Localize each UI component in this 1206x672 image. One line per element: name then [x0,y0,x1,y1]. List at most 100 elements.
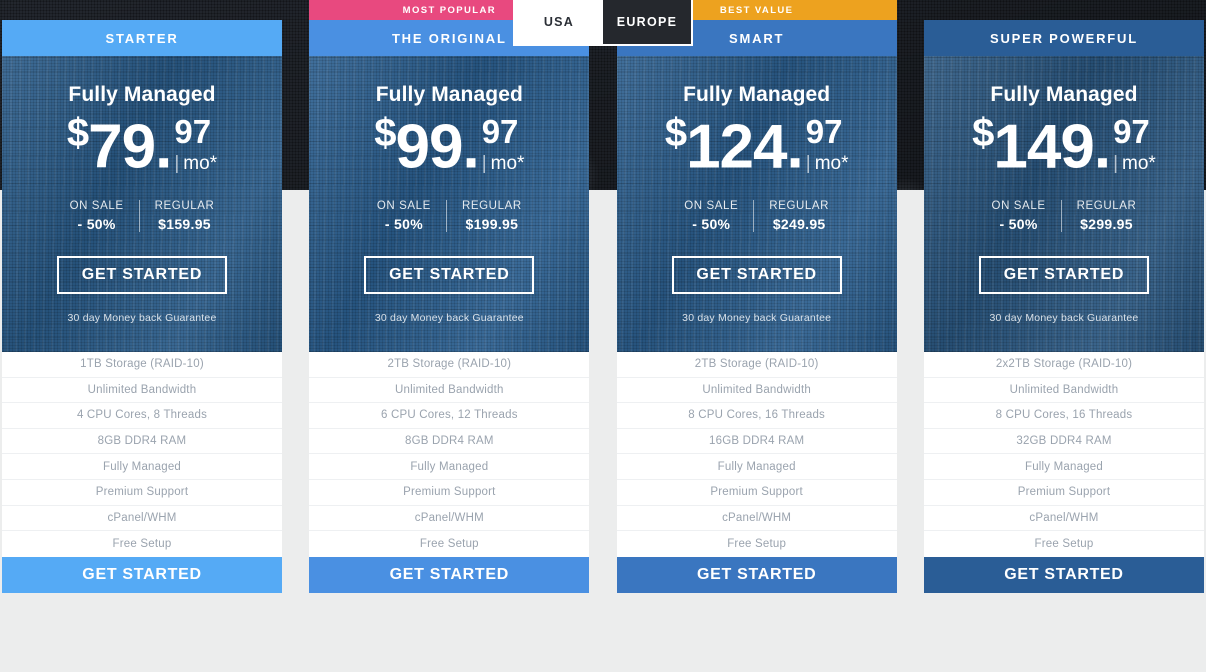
price-period-label: mo* [1122,153,1156,174]
on-sale-column: ON SALE - 50% [55,200,140,233]
price-whole: 79. [88,112,172,182]
get-started-button-top[interactable]: GET STARTED [671,256,842,295]
feature-item: 2TB Storage (RAID-10) [309,352,590,378]
region-tab-usa[interactable]: USA [515,0,603,44]
on-sale-value: - 50% [384,216,423,233]
price-currency: $ [66,111,89,155]
regular-label: REGULAR [154,200,215,213]
money-back-guarantee: 30 day Money back Guarantee [989,312,1139,325]
managed-label: Fully Managed [990,83,1138,106]
feature-item: Free Setup [419,537,479,550]
price-currency: $ [664,111,687,155]
price-period-label: mo* [814,153,849,174]
price-amount: $99. [374,113,479,178]
price-separator-bar: | [1113,153,1119,174]
on-sale-column: ON SALE - 50% [977,200,1062,233]
feature-item: Unlimited Bandwidth [616,378,897,404]
price-period: | mo* [174,154,217,173]
pricing-cards-row: STARTER Fully Managed $79. 97 | mo* ON SALE - 5… [0,0,1206,672]
get-started-button-top[interactable]: GET STARTED [364,256,535,295]
regular-value: $199.95 [465,216,519,233]
regular-label: REGULAR [461,200,522,213]
plan-name: SUPER POWERFUL [923,20,1204,56]
sale-info-row: ON SALE - 50% REGULAR $299.95 [977,200,1152,233]
feature-item: Premium Support [923,480,1204,506]
plan-hero: Fully Managed $124. 97 | mo* ON SALE - 50% REGU… [616,56,897,352]
region-toggle[interactable]: USA EUROPE [513,0,693,46]
price-period-label: mo* [183,153,218,174]
feature-item: cPanel/WHM [2,506,282,532]
get-started-button-bottom[interactable]: GET STARTED [923,556,1204,593]
price-whole: 99. [395,112,479,182]
feature-item: 16GB DDR4 RAM [616,429,897,455]
pricing-card-3: BEST VALUE SMART Fully Managed $124. 97 | mo* O… [616,0,897,593]
on-sale-label: ON SALE [684,200,739,213]
get-started-button-bottom[interactable]: GET STARTED [616,556,897,593]
price-separator-bar: | [174,153,180,174]
on-sale-label: ON SALE [376,200,431,213]
feature-list: 2x2TB Storage (RAID-10) Unlimited Bandwid… [923,352,1204,557]
plan-hero: Fully Managed $149. 97 | mo* ON SALE - 50% REGU… [923,56,1204,352]
feature-item: Premium Support [309,480,590,506]
feature-item: Fully Managed [2,454,282,480]
feature-item: 8 CPU Cores, 16 Threads [616,403,897,429]
regular-label: REGULAR [1076,200,1137,213]
price-block: $149. 97 | mo* [924,113,1204,178]
price-period: | mo* [482,154,525,173]
on-sale-label: ON SALE [69,200,124,213]
price-period: | mo* [1113,154,1156,173]
feature-item: Unlimited Bandwidth [2,378,282,404]
money-back-guarantee: 30 day Money back Guarantee [67,312,217,325]
feature-item: 6 CPU Cores, 12 Threads [309,403,590,429]
get-started-button-top[interactable]: GET STARTED [978,256,1149,295]
money-back-guarantee: 30 day Money back Guarantee [374,312,524,325]
regular-value: $159.95 [158,216,211,233]
feature-item: Free Setup [112,537,172,550]
managed-label: Fully Managed [375,83,523,106]
feature-item: Free Setup [727,537,787,550]
feature-item: Free Setup [1034,537,1094,550]
feature-item: Fully Managed [616,454,897,480]
price-amount: $149. [972,111,1111,178]
sale-info-row: ON SALE - 50% REGULAR $249.95 [669,200,844,233]
feature-item: 2TB Storage (RAID-10) [616,352,897,378]
price-cents: 97 [1113,113,1150,150]
get-started-button-bottom[interactable]: GET STARTED [2,556,282,593]
on-sale-value: - 50% [692,216,731,233]
feature-list: 2TB Storage (RAID-10) Unlimited Bandwidth… [309,352,590,557]
feature-item: Unlimited Bandwidth [923,378,1204,404]
price-block: $99. 97 | mo* [309,113,589,178]
regular-label: REGULAR [769,200,830,213]
feature-item: Fully Managed [309,454,590,480]
plan-badge-spacer [2,0,282,20]
managed-label: Fully Managed [68,83,216,106]
plan-hero: Fully Managed $79. 97 | mo* ON SALE - 50% REGUL… [2,56,282,352]
get-started-button-top[interactable]: GET STARTED [57,256,227,295]
regular-price-column: REGULAR $199.95 [447,200,537,232]
feature-item: 8 CPU Cores, 16 Threads [923,403,1204,429]
feature-item: cPanel/WHM [923,506,1204,532]
price-amount: $124. [664,111,804,178]
feature-item: Fully Managed [923,454,1204,480]
sale-info-row: ON SALE - 50% REGULAR $159.95 [55,200,230,233]
price-whole: 124. [686,112,804,182]
region-tab-europe[interactable]: EUROPE [603,0,691,44]
price-cents: 97 [174,113,212,150]
feature-item: 4 CPU Cores, 8 Threads [2,403,282,429]
plan-hero: Fully Managed $99. 97 | mo* ON SALE - 50% REGUL… [309,56,590,352]
price-amount: $79. [66,111,172,178]
on-sale-label: ON SALE [991,200,1046,213]
regular-value: $249.95 [772,216,826,233]
feature-item: Premium Support [616,480,897,506]
regular-price-column: REGULAR $249.95 [754,200,844,232]
get-started-button-bottom[interactable]: GET STARTED [309,556,590,593]
price-cents: 97 [481,113,519,150]
on-sale-value: - 50% [999,216,1038,233]
on-sale-column: ON SALE - 50% [362,200,447,233]
managed-label: Fully Managed [683,83,831,106]
feature-item: 8GB DDR4 RAM [309,429,590,455]
feature-item: cPanel/WHM [616,506,897,532]
regular-price-column: REGULAR $299.95 [1062,200,1152,232]
regular-price-column: REGULAR $159.95 [140,200,230,232]
price-currency: $ [972,111,994,155]
